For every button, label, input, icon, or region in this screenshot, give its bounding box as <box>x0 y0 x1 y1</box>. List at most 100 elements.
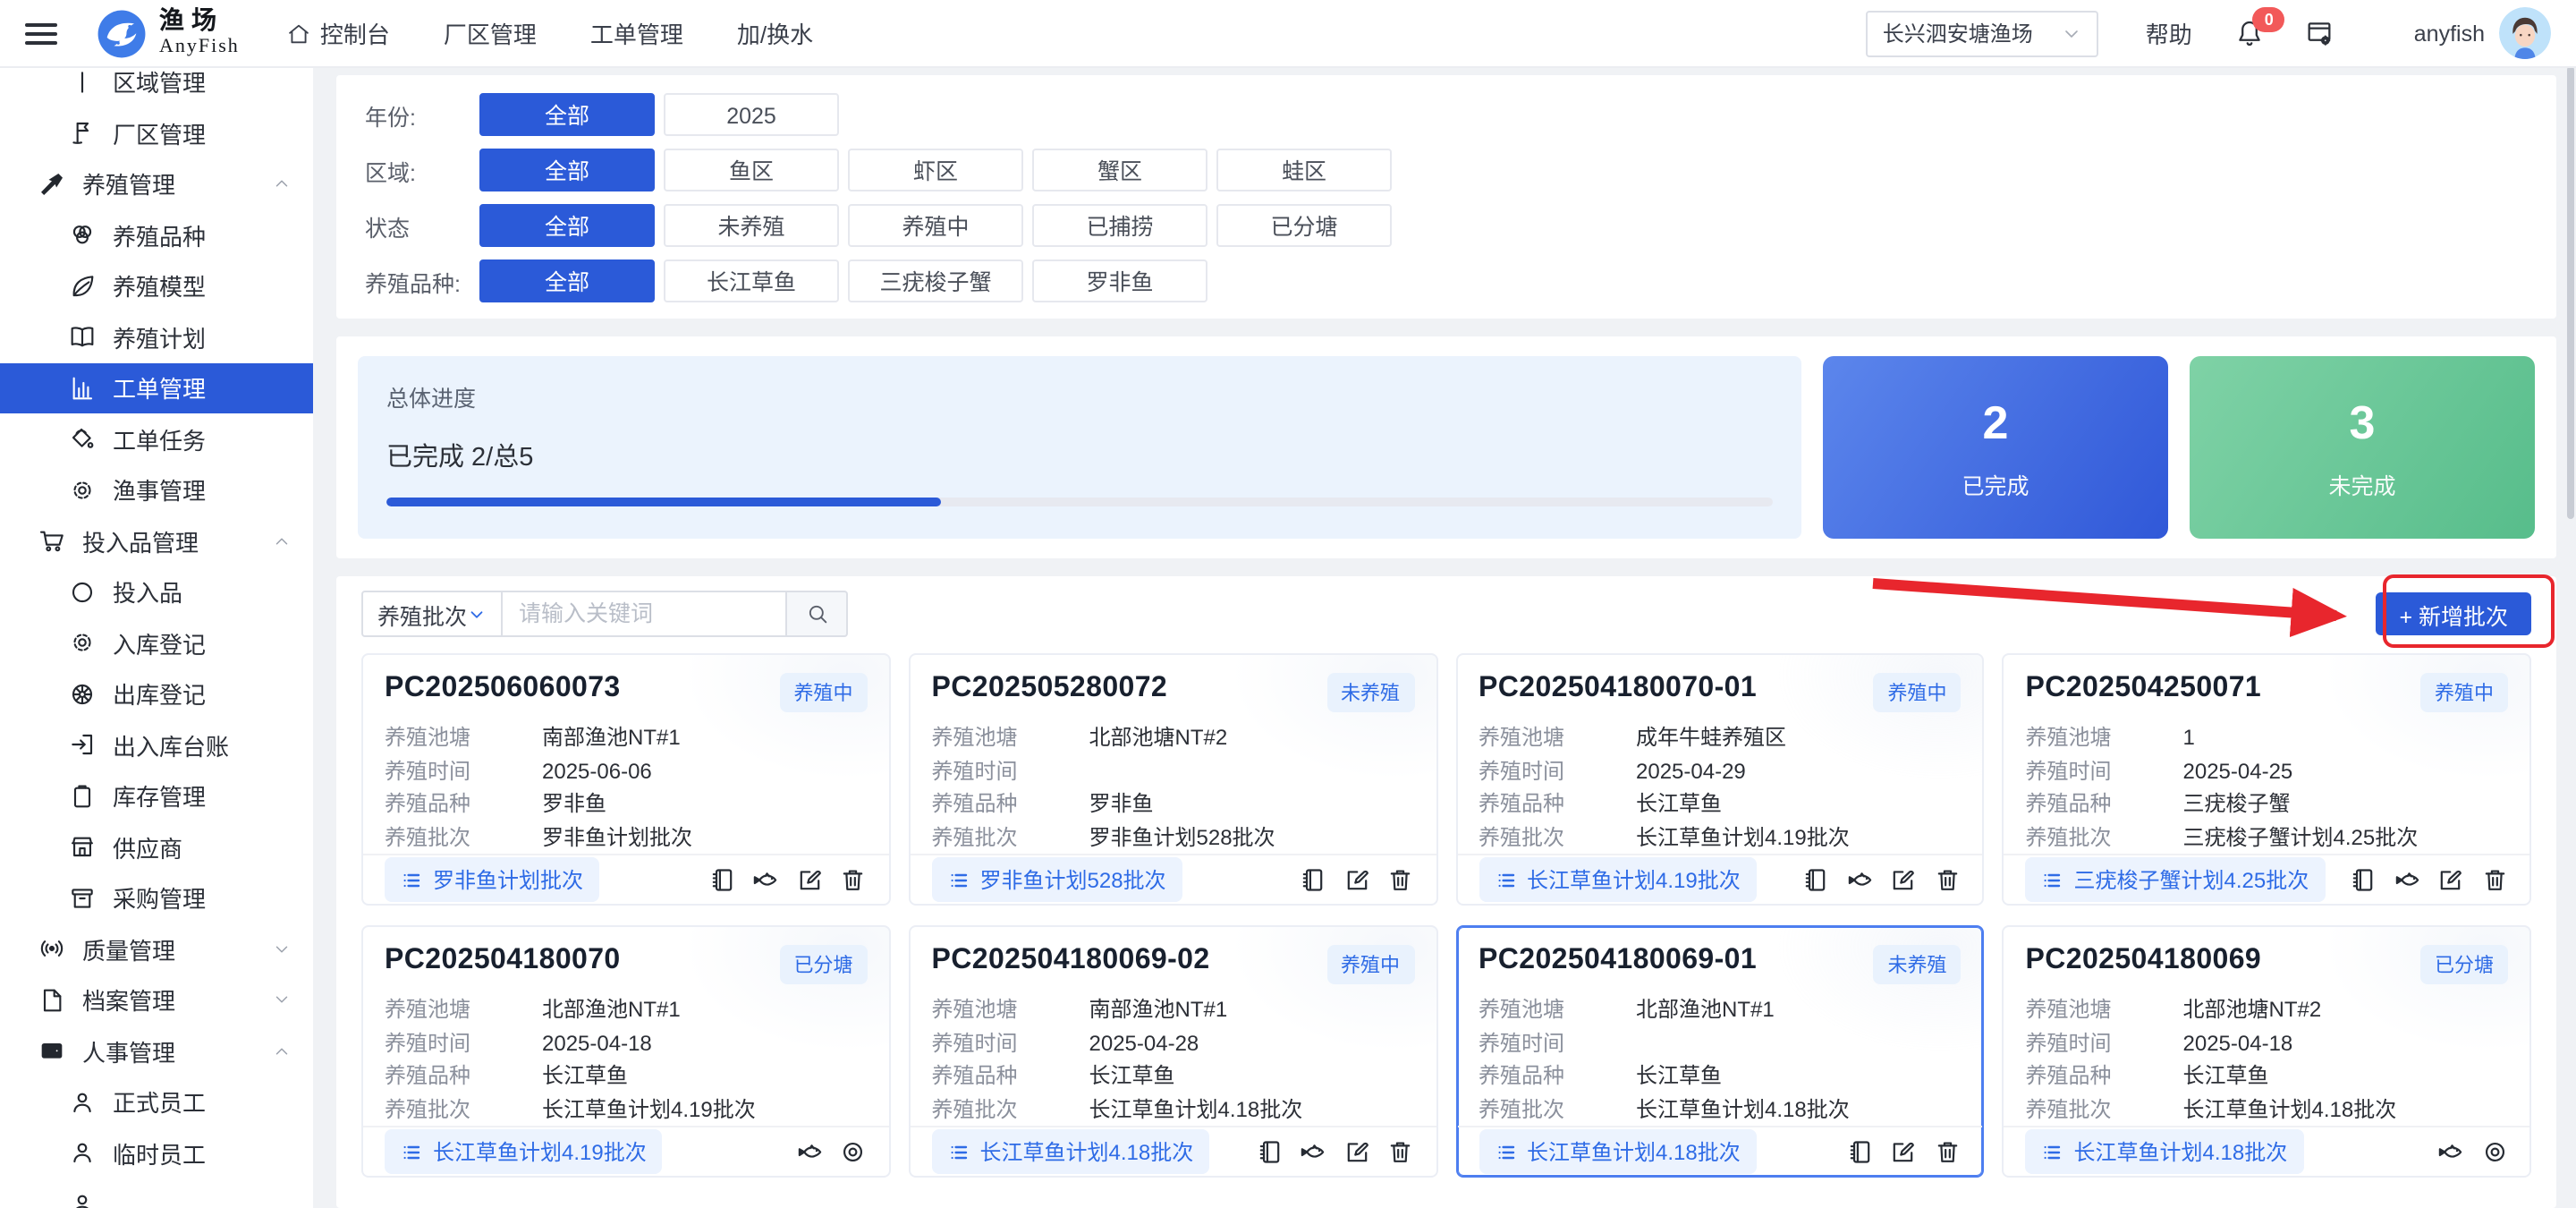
search-toolbar: 养殖批次 + 新增批次 <box>361 591 2531 637</box>
filter-option-未养殖[interactable]: 未养殖 <box>664 204 839 247</box>
filter-option-全部[interactable]: 全部 <box>479 93 655 136</box>
ledger-icon[interactable] <box>1802 866 1830 894</box>
sidebar-item-养殖计划[interactable]: 养殖计划 <box>0 311 313 362</box>
delete-icon[interactable] <box>840 866 868 894</box>
sidebar-item-工单任务[interactable]: 工单任务 <box>0 413 313 464</box>
sidebar-item-入库登记[interactable]: 入库登记 <box>0 617 313 668</box>
ledger-icon[interactable] <box>1299 866 1326 894</box>
card-footer: 长江草鱼计划4.18批次 <box>1457 1126 1983 1176</box>
plan-link[interactable]: 罗非鱼计划528批次 <box>932 857 1182 902</box>
sidebar-item-投入品[interactable]: 投入品 <box>0 566 313 617</box>
delete-icon[interactable] <box>1934 1138 1962 1166</box>
edit-icon[interactable] <box>2436 866 2464 894</box>
filter-option-长江草鱼[interactable]: 长江草鱼 <box>664 259 839 302</box>
search-input[interactable] <box>503 591 787 637</box>
batch-card-PC202504180069[interactable]: PC202504180069已分塘养殖池塘北部池塘NT#2养殖时间2025-04… <box>2003 925 2532 1178</box>
fish-icon[interactable] <box>752 866 780 894</box>
edit-icon[interactable] <box>1343 866 1370 894</box>
batch-card-PC202504250071[interactable]: PC202504250071养殖中养殖池塘1养殖时间2025-04-25养殖品种… <box>2003 653 2532 906</box>
hamburger-menu-icon[interactable] <box>25 22 57 44</box>
sidebar-item-档案管理[interactable]: 档案管理 <box>0 974 313 1025</box>
card-actions <box>1846 1138 1962 1166</box>
filter-option-全部[interactable]: 全部 <box>479 204 655 247</box>
plan-link[interactable]: 长江草鱼计划4.18批次 <box>2026 1129 2304 1174</box>
sidebar-item-采购管理[interactable]: 采购管理 <box>0 872 313 923</box>
delete-icon[interactable] <box>1386 866 1414 894</box>
plan-link[interactable]: 长江草鱼计划4.19批次 <box>1479 857 1757 902</box>
fish-icon[interactable] <box>796 1138 824 1166</box>
edit-icon[interactable] <box>1890 1138 1918 1166</box>
fish-icon[interactable] <box>1846 866 1874 894</box>
batch-card-PC202504180070[interactable]: PC202504180070已分塘养殖池塘北部渔池NT#1养殖时间2025-04… <box>361 925 891 1178</box>
sidebar-item-工单管理[interactable]: 工单管理 <box>0 362 313 413</box>
delete-icon[interactable] <box>1934 866 1962 894</box>
view-icon[interactable] <box>840 1138 868 1166</box>
delete-icon[interactable] <box>2480 866 2508 894</box>
ledger-icon[interactable] <box>2349 866 2377 894</box>
sidebar-item-养殖品种[interactable]: 养殖品种 <box>0 209 313 260</box>
filter-option-鱼区[interactable]: 鱼区 <box>664 149 839 191</box>
plan-link[interactable]: 三疣梭子蟹计划4.25批次 <box>2026 857 2326 902</box>
sidebar-item-供应商[interactable]: 供应商 <box>0 821 313 872</box>
batch-card-PC202504180070-01[interactable]: PC202504180070-01养殖中养殖池塘成年牛蛙养殖区养殖时间2025-… <box>1455 653 1985 906</box>
filter-option-已捕捞[interactable]: 已捕捞 <box>1032 204 1208 247</box>
plan-link[interactable]: 长江草鱼计划4.18批次 <box>1479 1129 1757 1174</box>
sidebar-item-投入品管理[interactable]: 投入品管理 <box>0 515 313 566</box>
ledger-icon[interactable] <box>1846 1138 1874 1166</box>
filter-option-虾区[interactable]: 虾区 <box>848 149 1023 191</box>
fish-icon[interactable] <box>1299 1138 1326 1166</box>
filter-option-三疣梭子蟹[interactable]: 三疣梭子蟹 <box>848 259 1023 302</box>
list-icon <box>401 869 422 890</box>
nav-item-1[interactable]: 控制台 <box>286 16 390 50</box>
search-button[interactable] <box>787 591 848 637</box>
plan-link[interactable]: 长江草鱼计划4.19批次 <box>385 1129 663 1174</box>
fish-icon[interactable] <box>2436 1138 2464 1166</box>
filter-option-全部[interactable]: 全部 <box>479 149 655 191</box>
filter-option-蟹区[interactable]: 蟹区 <box>1032 149 1208 191</box>
sidebar-item-库存管理[interactable]: 库存管理 <box>0 770 313 821</box>
batch-card-PC202506060073[interactable]: PC202506060073养殖中养殖池塘南部渔池NT#1养殖时间2025-06… <box>361 653 891 906</box>
farm-select-dropdown[interactable]: 长兴泗安塘渔场 <box>1867 10 2099 56</box>
notification-bell-icon[interactable]: 0 <box>2235 18 2266 48</box>
filter-option-罗非鱼[interactable]: 罗非鱼 <box>1032 259 1208 302</box>
sidebar-item-partial[interactable] <box>0 1178 313 1208</box>
view-icon[interactable] <box>2480 1138 2508 1166</box>
filter-option-2025[interactable]: 2025 <box>664 93 839 136</box>
sidebar-item-养殖管理[interactable]: 养殖管理 <box>0 158 313 209</box>
sidebar-item-区域管理[interactable]: 区域管理 <box>0 68 313 107</box>
nav-item-2[interactable]: 厂区管理 <box>444 16 537 50</box>
filter-option-蛙区[interactable]: 蛙区 <box>1216 149 1392 191</box>
sidebar-item-出入库台账[interactable]: 出入库台账 <box>0 719 313 770</box>
card-header: PC202506060073养殖中 <box>363 655 889 719</box>
edit-icon[interactable] <box>1890 866 1918 894</box>
sidebar-item-养殖模型[interactable]: 养殖模型 <box>0 260 313 311</box>
nav-item-4[interactable]: 加/换水 <box>737 16 813 50</box>
sidebar-item-渔事管理[interactable]: 渔事管理 <box>0 464 313 515</box>
filter-option-养殖中[interactable]: 养殖中 <box>848 204 1023 247</box>
sidebar-item-人事管理[interactable]: 人事管理 <box>0 1025 313 1076</box>
ledger-icon[interactable] <box>708 866 736 894</box>
batch-card-PC202504180069-02[interactable]: PC202504180069-02养殖中养殖池塘南部渔池NT#1养殖时间2025… <box>909 925 1438 1178</box>
workbench-settings-icon[interactable] <box>2305 18 2335 48</box>
delete-icon[interactable] <box>1386 1138 1414 1166</box>
user-avatar[interactable] <box>2499 7 2551 59</box>
fish-icon[interactable] <box>2393 866 2420 894</box>
plan-link[interactable]: 长江草鱼计划4.18批次 <box>932 1129 1210 1174</box>
edit-icon[interactable] <box>1343 1138 1370 1166</box>
ledger-icon[interactable] <box>1255 1138 1283 1166</box>
sidebar-item-临时员工[interactable]: 临时员工 <box>0 1127 313 1178</box>
help-link[interactable]: 帮助 <box>2146 16 2192 50</box>
filter-option-已分塘[interactable]: 已分塘 <box>1216 204 1392 247</box>
filter-option-全部[interactable]: 全部 <box>479 259 655 302</box>
batch-card-PC202504180069-01[interactable]: PC202504180069-01未养殖养殖池塘北部渔池NT#1养殖时间养殖品种… <box>1455 925 1985 1178</box>
sidebar-item-正式员工[interactable]: 正式员工 <box>0 1076 313 1127</box>
add-batch-button[interactable]: + 新增批次 <box>2376 592 2531 635</box>
nav-item-3[interactable]: 工单管理 <box>590 16 683 50</box>
sidebar-item-出库登记[interactable]: 出库登记 <box>0 668 313 719</box>
plan-link[interactable]: 罗非鱼计划批次 <box>385 857 599 902</box>
sidebar-item-厂区管理[interactable]: 厂区管理 <box>0 107 313 158</box>
search-type-select[interactable]: 养殖批次 <box>361 591 503 637</box>
batch-card-PC202505280072[interactable]: PC202505280072未养殖养殖池塘北部池塘NT#2养殖时间养殖品种罗非鱼… <box>909 653 1438 906</box>
sidebar-item-质量管理[interactable]: 质量管理 <box>0 923 313 974</box>
edit-icon[interactable] <box>796 866 824 894</box>
